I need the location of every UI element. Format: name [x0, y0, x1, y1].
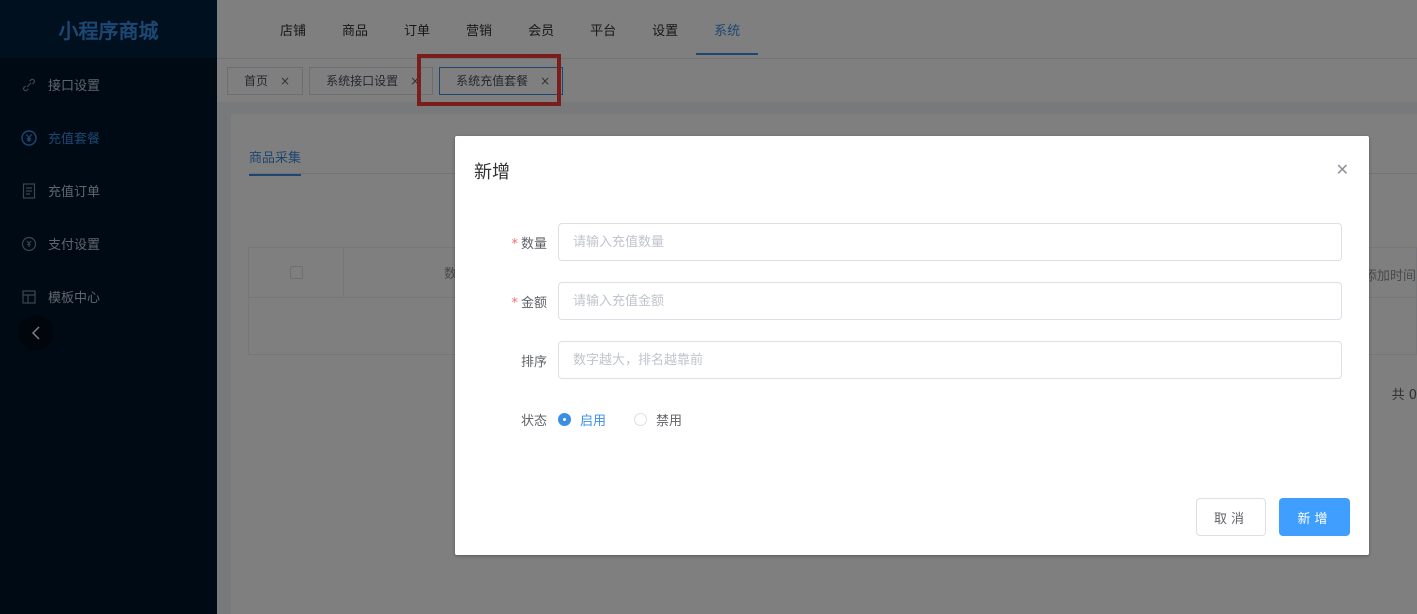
form-row-amount: * 金额 — [455, 282, 1342, 320]
close-icon[interactable]: ✕ — [1336, 160, 1349, 179]
form-label: 排序 — [520, 354, 547, 370]
form-row-status: 状态 启用 禁用 — [455, 400, 1342, 438]
radio-circle — [558, 412, 571, 426]
add-button[interactable]: 新增 — [1279, 498, 1350, 536]
status-radio-group: 启用 禁用 — [558, 410, 710, 429]
required-asterisk: * — [511, 295, 518, 311]
required-asterisk: * — [511, 236, 518, 252]
form-row-quantity: * 数量 — [455, 223, 1342, 261]
quantity-input[interactable] — [558, 223, 1342, 261]
form-row-sort: 排序 — [455, 341, 1342, 379]
add-dialog: 新增 ✕ *数量 *金额 排序 状态 启用 禁用 取消 新增 — [455, 136, 1369, 555]
radio-circle — [634, 412, 648, 426]
sort-input[interactable] — [558, 341, 1342, 379]
cancel-button[interactable]: 取消 — [1196, 498, 1266, 536]
status-radio-disabled[interactable]: 禁用 — [634, 410, 682, 429]
dialog-title: 新增 — [474, 162, 510, 183]
form-label: * 金额 — [511, 295, 547, 311]
form-label: * 数量 — [511, 236, 547, 252]
form-label: 状态 — [520, 413, 547, 429]
status-radio-enabled[interactable]: 启用 — [558, 410, 606, 429]
amount-input[interactable] — [558, 282, 1342, 320]
